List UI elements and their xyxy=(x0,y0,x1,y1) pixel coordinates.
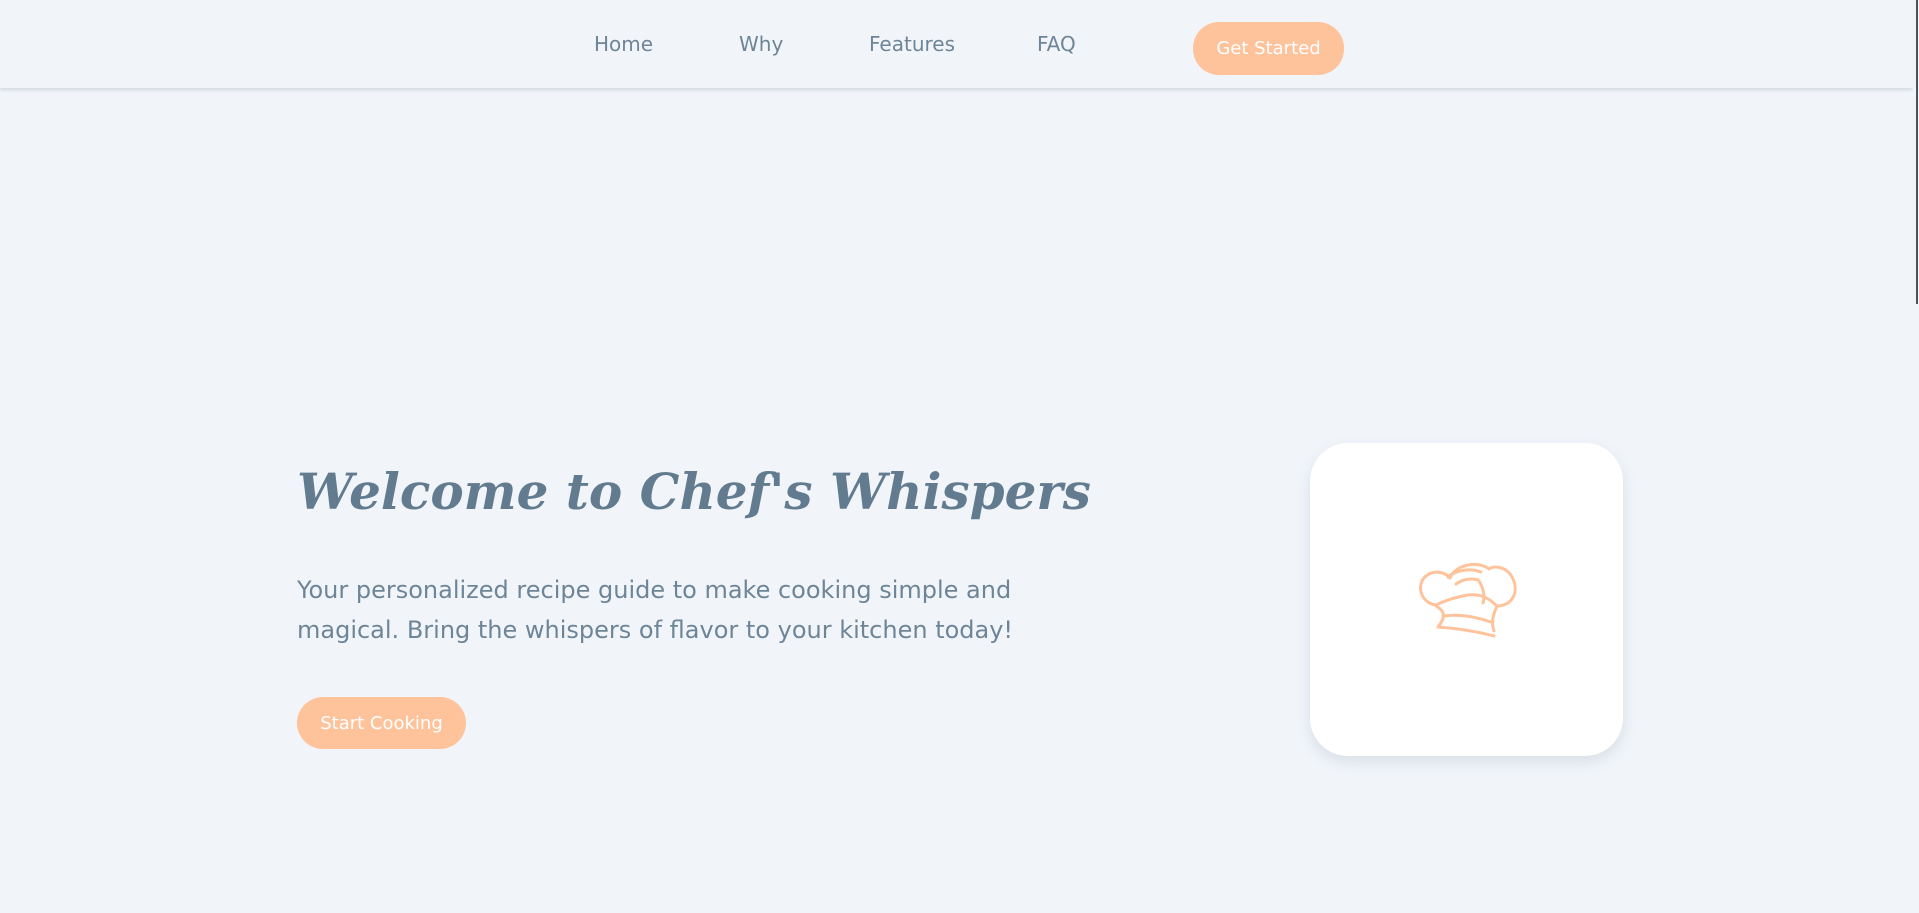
hero-title: Welcome to Chef's Whispers xyxy=(297,462,1091,521)
nav-link-faq[interactable]: FAQ xyxy=(1037,30,1076,58)
chef-hat-icon xyxy=(1411,558,1523,642)
start-cooking-button[interactable]: Start Cooking xyxy=(297,697,466,749)
nav-link-home[interactable]: Home xyxy=(594,30,653,58)
scrollbar-thumb[interactable] xyxy=(1916,0,1918,304)
nav-link-features[interactable]: Features xyxy=(869,30,955,58)
get-started-button[interactable]: Get Started xyxy=(1193,22,1344,75)
page-scrollbar[interactable] xyxy=(1913,0,1919,913)
hero-subtitle: Your personalized recipe guide to make c… xyxy=(297,576,1014,644)
nav-link-why[interactable]: Why xyxy=(739,30,783,58)
hero-image-card xyxy=(1310,443,1623,756)
top-navigation-bar: Home Why Features FAQ Get Started xyxy=(0,0,1913,88)
